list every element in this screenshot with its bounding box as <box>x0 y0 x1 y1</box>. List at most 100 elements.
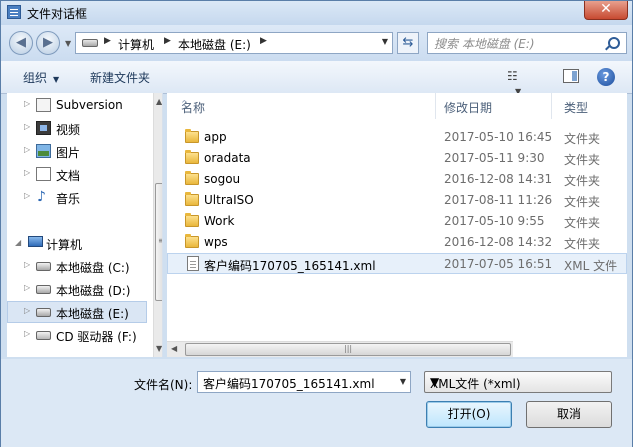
drive-icon <box>36 262 51 271</box>
file-row-selected[interactable]: 客户编码170705_165141.xml 2017-07-05 16:51 X… <box>167 253 627 274</box>
window-title: 文件对话框 <box>27 7 88 21</box>
sort-ascending-icon: ^ <box>181 99 188 108</box>
scroll-down-icon[interactable]: ▼ <box>156 344 162 353</box>
file-row[interactable]: wps 2016-12-08 14:32 文件夹 <box>167 232 627 252</box>
dialog-footer: 文件名(N): ▼ XML文件 (*xml) ▼ 打开(O) 取消 <box>1 359 632 447</box>
search-box[interactable] <box>427 32 627 54</box>
file-row[interactable]: sogou 2016-12-08 14:31 文件夹 <box>167 169 627 189</box>
subversion-icon <box>36 98 51 112</box>
scroll-up-icon[interactable]: ▲ <box>156 97 162 106</box>
chevron-right-icon[interactable]: ▶ <box>104 36 111 46</box>
chevron-right-icon[interactable]: ▶ <box>164 36 171 46</box>
close-button[interactable]: ✕ <box>584 1 628 20</box>
scrollbar-thumb[interactable]: ||| <box>185 343 511 356</box>
file-name: 客户编码170705_165141.xml <box>204 259 376 273</box>
file-type: 文件夹 <box>564 153 601 167</box>
expand-icon[interactable]: ▷ <box>24 260 30 269</box>
sidebar-item-label: 图片 <box>56 146 81 160</box>
file-dialog-window: 文件对话框 ✕ ◀ ▶ ▼ ▶ 计算机 ▶ 本地磁盘 (E:) ▶ ▼ ⇆ 组织… <box>0 0 633 447</box>
chevron-down-icon[interactable]: ▼ <box>430 375 606 389</box>
sidebar-item-label: CD 驱动器 (F:) <box>56 330 137 344</box>
sidebar-item-computer[interactable]: ◢ 计算机 <box>7 233 147 253</box>
chevron-right-icon[interactable]: ▶ <box>260 36 267 46</box>
filename-combobox[interactable]: ▼ <box>197 371 411 393</box>
sidebar-item-drive-e[interactable]: ▷ 本地磁盘 (E:) <box>7 301 147 323</box>
file-row[interactable]: oradata 2017-05-11 9:30 文件夹 <box>167 148 627 168</box>
filetype-select[interactable]: XML文件 (*xml) ▼ <box>424 371 612 393</box>
search-icon[interactable] <box>608 37 620 49</box>
back-button[interactable]: ◀ <box>9 31 33 55</box>
expand-icon[interactable]: ▷ <box>24 191 30 200</box>
column-header-type[interactable]: 类型 <box>550 93 627 119</box>
collapse-icon[interactable]: ◢ <box>15 238 21 247</box>
grip-icon: ≡ <box>158 236 162 245</box>
music-icon: ♪ <box>37 189 46 205</box>
organize-menu[interactable]: 组织 ▼ <box>23 69 59 86</box>
cancel-button[interactable]: 取消 <box>526 401 612 428</box>
organize-label: 组织 <box>23 71 48 85</box>
caret-down-icon: ▼ <box>53 75 60 84</box>
document-icon <box>36 167 51 181</box>
view-options-icon[interactable]: ☷ ▼ <box>507 69 523 96</box>
file-name: UltraISO <box>204 193 254 207</box>
file-date: 2017-05-10 16:45 <box>444 130 553 144</box>
file-date: 2017-08-11 11:26 <box>444 193 553 207</box>
help-icon[interactable]: ? <box>597 68 615 86</box>
expand-icon[interactable]: ▷ <box>24 329 30 338</box>
breadcrumb-computer[interactable]: 计算机 <box>118 36 154 53</box>
file-type: XML 文件 <box>564 259 618 273</box>
chevron-down-icon[interactable]: ▼ <box>400 377 406 386</box>
column-header-date[interactable]: 修改日期 <box>430 93 550 119</box>
expand-icon[interactable]: ▷ <box>24 168 30 177</box>
file-type: 文件夹 <box>564 237 601 251</box>
preview-pane-icon[interactable] <box>563 69 579 83</box>
scroll-left-icon[interactable]: ◀ <box>171 344 177 353</box>
column-header-name[interactable]: 名称 ^ <box>167 93 435 119</box>
column-header-type-label: 类型 <box>564 101 589 115</box>
xml-file-icon <box>187 256 199 271</box>
refresh-button[interactable]: ⇆ <box>397 32 419 54</box>
file-date: 2017-05-11 9:30 <box>444 151 545 165</box>
sidebar-item-drive-d[interactable]: ▷ 本地磁盘 (D:) <box>7 279 147 299</box>
folder-icon <box>185 171 199 185</box>
file-row[interactable]: app 2017-05-10 16:45 文件夹 <box>167 127 627 147</box>
forward-button[interactable]: ▶ <box>36 31 60 55</box>
search-input[interactable] <box>432 35 606 53</box>
expand-icon[interactable]: ▷ <box>24 145 30 154</box>
grip-icon: ||| <box>344 344 353 353</box>
expand-icon[interactable]: ▷ <box>24 306 30 315</box>
navigation-pane-scrollbar[interactable]: ▲ ≡ ▼ <box>153 93 162 357</box>
drive-icon <box>36 308 51 317</box>
file-date: 2017-07-05 16:51 <box>444 257 553 271</box>
sidebar-item-documents[interactable]: ▷ 文档 <box>7 164 147 184</box>
sidebar-item-music[interactable]: ▷ ♪ 音乐 <box>7 187 147 207</box>
sidebar-item-label: 音乐 <box>56 192 81 206</box>
command-toolbar: 组织 ▼ 新建文件夹 ☷ ▼ ? <box>1 61 632 96</box>
expand-icon[interactable]: ▷ <box>24 99 30 108</box>
open-button[interactable]: 打开(O) <box>426 401 512 428</box>
new-folder-button[interactable]: 新建文件夹 <box>90 69 150 86</box>
folder-icon <box>185 129 199 143</box>
expand-icon[interactable]: ▷ <box>24 122 30 131</box>
filename-label: 文件名(N): <box>134 378 193 392</box>
sidebar-item-subversion[interactable]: ▷ Subversion <box>7 95 147 115</box>
breadcrumb-drive-e[interactable]: 本地磁盘 (E:) <box>178 36 251 53</box>
sidebar-item-video[interactable]: ▷ 视频 <box>7 118 147 138</box>
address-dropdown-icon[interactable]: ▼ <box>382 37 388 46</box>
scrollbar-thumb[interactable]: ≡ <box>155 183 162 301</box>
file-name: sogou <box>204 172 241 186</box>
sidebar-item-cd-drive[interactable]: ▷ CD 驱动器 (F:) <box>7 325 147 345</box>
video-icon <box>36 121 51 135</box>
file-list-horizontal-scrollbar[interactable]: ◀ ||| <box>167 341 513 357</box>
column-header-date-label: 修改日期 <box>444 101 493 115</box>
history-dropdown-icon[interactable]: ▼ <box>65 39 71 48</box>
sidebar-item-drive-c[interactable]: ▷ 本地磁盘 (C:) <box>7 256 147 276</box>
expand-icon[interactable]: ▷ <box>24 283 30 292</box>
filename-input[interactable] <box>201 374 391 392</box>
file-row[interactable]: UltraISO 2017-08-11 11:26 文件夹 <box>167 190 627 210</box>
file-row[interactable]: Work 2017-05-10 9:55 文件夹 <box>167 211 627 231</box>
sidebar-item-label: 本地磁盘 (D:) <box>56 284 131 298</box>
file-name: Work <box>204 214 235 228</box>
address-bar[interactable]: ▶ 计算机 ▶ 本地磁盘 (E:) ▶ ▼ <box>75 32 393 54</box>
sidebar-item-pictures[interactable]: ▷ 图片 <box>7 141 147 161</box>
